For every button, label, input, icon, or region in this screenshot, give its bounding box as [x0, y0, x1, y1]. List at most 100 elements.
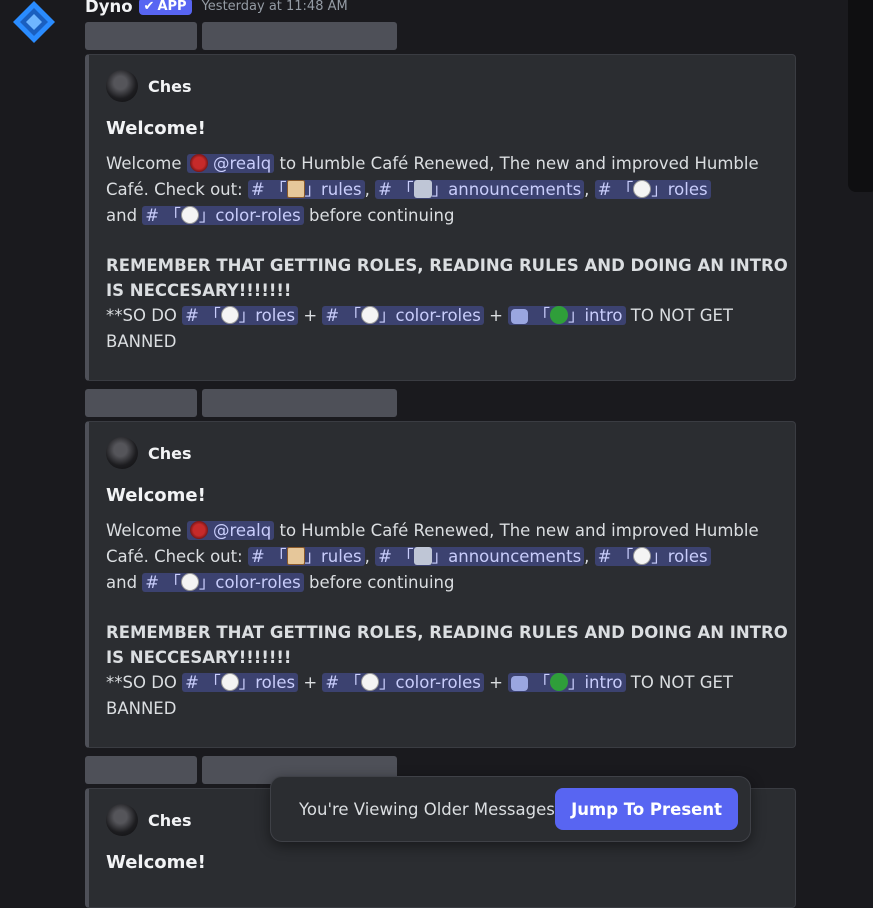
- channel-name: 」color-roles: [198, 573, 301, 592]
- white-circle-icon: [361, 673, 379, 691]
- mention-label: @realq: [212, 521, 272, 540]
- channel-prefix: # 「: [145, 573, 181, 592]
- hidden-chip: [85, 22, 197, 50]
- channel-roles[interactable]: # 「」roles: [182, 306, 299, 325]
- remember-text: REMEMBER THAT GETTING ROLES, READING RUL…: [106, 256, 788, 275]
- text: before continuing: [309, 573, 455, 592]
- white-circle-icon: [361, 306, 379, 324]
- text: Café. Check out:: [106, 547, 243, 566]
- text: Welcome: [106, 521, 182, 540]
- channel-prefix: 「: [533, 673, 550, 692]
- channel-name: 」announcements: [431, 547, 582, 566]
- text: Welcome: [106, 154, 182, 173]
- channel-color-roles[interactable]: # 「」color-roles: [142, 573, 304, 592]
- author-name[interactable]: Ches: [148, 811, 192, 830]
- white-circle-icon: [220, 306, 239, 324]
- hidden-chip: [85, 389, 197, 417]
- channel-prefix: # 「: [325, 306, 361, 325]
- text: to Humble Café Renewed, The new and impr…: [279, 154, 759, 173]
- channel-roles[interactable]: # 「」roles: [594, 180, 711, 199]
- timestamp: Yesterday at 11:48 AM: [201, 0, 348, 14]
- channel-intro[interactable]: 「」intro: [508, 673, 626, 692]
- channel-name: 」intro: [567, 673, 623, 692]
- red-orb-icon: [189, 521, 208, 539]
- channel-prefix: # 「: [378, 180, 414, 199]
- user-mention[interactable]: @realq: [186, 154, 275, 173]
- speaker-icon: [413, 547, 432, 565]
- scrollbar[interactable]: [848, 0, 873, 192]
- white-circle-icon: [633, 547, 652, 565]
- user-mention[interactable]: @realq: [186, 521, 275, 540]
- app-badge-label: APP: [157, 0, 187, 14]
- embed-description: Welcome @realq to Humble Café Renewed, T…: [106, 151, 788, 355]
- older-messages-bar: You're Viewing Older Messages Jump To Pr…: [270, 776, 751, 842]
- bot-name[interactable]: Dyno: [85, 0, 133, 16]
- remember-text: IS NECCESARY!!!!!!!: [106, 648, 292, 667]
- white-circle-icon: [220, 673, 239, 691]
- embed-author: Ches: [106, 69, 779, 103]
- white-circle-icon: [180, 573, 199, 591]
- channel-name: 」rules: [304, 180, 362, 199]
- channel-prefix: # 「: [325, 673, 361, 692]
- hidden-chip: [85, 756, 197, 784]
- clover-icon: [549, 673, 568, 691]
- author-name[interactable]: Ches: [148, 77, 192, 96]
- channel-name: 」intro: [567, 306, 623, 325]
- text: TO NOT GET: [630, 306, 734, 325]
- channel-rules[interactable]: # 「」rules: [247, 180, 365, 199]
- dyno-logo-icon[interactable]: [12, 0, 58, 46]
- channel-color-roles[interactable]: # 「」color-roles: [322, 673, 484, 692]
- text: **SO DO: [106, 306, 177, 325]
- hidden-chip: [202, 389, 397, 417]
- text: BANNED: [106, 332, 177, 351]
- older-messages-text: You're Viewing Older Messages: [299, 799, 555, 819]
- channel-name: 」roles: [651, 180, 708, 199]
- channel-name: 」roles: [238, 673, 296, 692]
- embed-description: Welcome @realq to Humble Café Renewed, T…: [106, 518, 788, 722]
- message-header: Dyno ✔ APP Yesterday at 11:48 AM: [85, 0, 348, 17]
- channel-prefix: 「: [533, 306, 550, 325]
- channel-name: 」color-roles: [379, 673, 481, 692]
- channel-name: 」rules: [304, 547, 362, 566]
- hidden-content-row: [85, 22, 397, 50]
- channel-prefix: # 「: [145, 206, 181, 225]
- channel-color-roles[interactable]: # 「」color-roles: [142, 206, 304, 225]
- embed-author: Ches: [106, 436, 779, 470]
- channel-color-roles[interactable]: # 「」color-roles: [322, 306, 484, 325]
- channel-prefix: # 「: [378, 547, 414, 566]
- text: +: [303, 306, 318, 325]
- avatar[interactable]: [106, 804, 138, 836]
- text: TO NOT GET: [630, 673, 734, 692]
- embed-title: Welcome!: [106, 852, 206, 873]
- channel-announcements[interactable]: # 「」announcements: [375, 180, 585, 199]
- speaker-icon: [413, 180, 432, 198]
- avatar[interactable]: [106, 437, 138, 469]
- channel-prefix: # 「: [250, 547, 287, 566]
- channel-name: 」color-roles: [379, 306, 481, 325]
- scroll-icon: [286, 180, 305, 198]
- channel-prefix: # 「: [597, 180, 634, 199]
- jump-to-present-button[interactable]: Jump To Present: [555, 788, 738, 830]
- channel-prefix: # 「: [185, 673, 221, 692]
- channel-prefix: # 「: [250, 180, 287, 199]
- mention-label: @realq: [212, 154, 272, 173]
- avatar[interactable]: [106, 70, 138, 102]
- welcome-embed: Ches Welcome! Welcome @realq to Humble C…: [85, 421, 796, 748]
- text: Café. Check out:: [106, 180, 243, 199]
- text: +: [303, 673, 318, 692]
- channel-rules[interactable]: # 「」rules: [247, 547, 365, 566]
- scroll-icon: [286, 547, 305, 565]
- channel-intro[interactable]: 「」intro: [508, 306, 626, 325]
- channel-roles[interactable]: # 「」roles: [594, 547, 711, 566]
- hidden-content-row: [85, 389, 397, 417]
- embed-title: Welcome!: [106, 118, 206, 139]
- app-badge: ✔ APP: [138, 0, 192, 15]
- forum-icon: [511, 676, 529, 691]
- hidden-chip: [202, 22, 397, 50]
- channel-announcements[interactable]: # 「」announcements: [375, 547, 585, 566]
- channel-prefix: # 「: [597, 547, 634, 566]
- text: and: [106, 573, 138, 592]
- author-name[interactable]: Ches: [148, 444, 192, 463]
- channel-roles[interactable]: # 「」roles: [182, 673, 299, 692]
- text: +: [489, 306, 503, 325]
